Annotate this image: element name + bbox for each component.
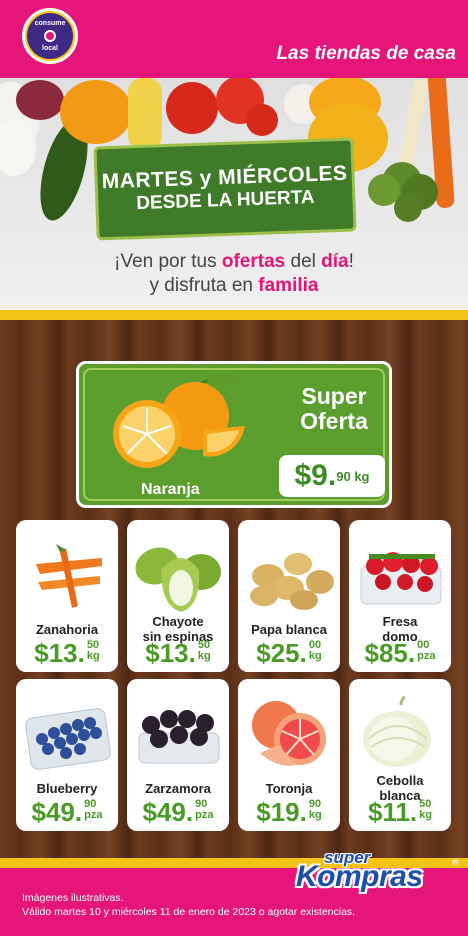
super-offer-product: Naranja xyxy=(141,481,200,498)
price-main: $49. xyxy=(142,797,194,827)
onion-image xyxy=(363,695,431,767)
price-unit: kg xyxy=(419,809,432,821)
product-price: $25. 00 kg xyxy=(238,638,340,668)
super-title-line1: Super xyxy=(301,383,367,409)
hero-text-d: día xyxy=(321,251,349,272)
carrot-image xyxy=(36,544,102,608)
divider-strip xyxy=(0,310,468,320)
blackberry-image xyxy=(138,710,220,764)
product-card-zanahoria[interactable]: Zanahoria $13. 50 kg xyxy=(16,520,118,672)
logo-text-1: consume xyxy=(34,20,66,27)
price-main: $85. xyxy=(364,638,416,668)
price-main: $49. xyxy=(31,797,83,827)
hero-text-b: ofertas xyxy=(221,251,286,272)
name-line1: Cebolla xyxy=(376,773,424,788)
hero-message: ¡Ven por tus ofertas del día! y disfruta… xyxy=(0,250,468,298)
price-main: $13. xyxy=(145,638,196,668)
hero-text-g: familia xyxy=(258,275,319,296)
super-price-cents: 90 xyxy=(336,468,351,484)
product-price: $85. 00 pza xyxy=(349,638,451,668)
hero-text-f: y disfruta en xyxy=(149,275,259,296)
hero-text-e: ! xyxy=(348,251,354,272)
logo-text-2: local xyxy=(42,45,58,52)
price-unit: pza xyxy=(84,809,103,821)
product-name: Zarzamora xyxy=(145,781,211,796)
price-unit: kg xyxy=(308,809,322,821)
price-main: $13. xyxy=(34,638,85,668)
product-name: Toronja xyxy=(265,781,313,796)
product-card-chayote[interactable]: Chayote sin espinas $13. 50 kg xyxy=(127,520,229,672)
price-unit: pza xyxy=(417,650,436,662)
name-line1: Fresa xyxy=(382,614,418,629)
chayote-image xyxy=(135,547,221,612)
product-card-cebolla[interactable]: Cebolla blanca $11. 50 kg xyxy=(349,679,451,831)
hero-section: MARTES y MIÉRCOLES DESDE LA HUERTA ¡Ven … xyxy=(0,78,468,310)
blueberry-image xyxy=(25,708,111,770)
grapefruit-image xyxy=(252,701,326,766)
product-card-zarzamora[interactable]: Zarzamora $49. 90 pza xyxy=(127,679,229,831)
strawberry-box-image xyxy=(360,552,442,605)
product-price: $49. 90 pza xyxy=(127,797,229,827)
price-unit: kg xyxy=(308,650,322,662)
product-name: Zanahoria xyxy=(35,622,99,637)
super-title-line2: Oferta xyxy=(300,408,368,434)
super-price-unit: kg xyxy=(354,468,370,484)
product-card-toronja[interactable]: Toronja $19. 90 kg xyxy=(238,679,340,831)
product-card-blueberry[interactable]: Blueberry $49. 90 pza xyxy=(16,679,118,831)
disclaimer-validity: Válido martes 10 y miércoles 11 de enero… xyxy=(22,906,356,918)
super-offer-card[interactable]: Naranja Super Oferta $9. 90 kg xyxy=(76,361,392,508)
super-offer-price: $9. 90 kg xyxy=(279,455,385,497)
super-offer-title: Super Oferta xyxy=(279,384,389,434)
price-main: $25. xyxy=(256,638,307,668)
disclaimer-images: Imágenes ilustrativas. xyxy=(22,892,124,904)
consume-local-logo: consume local xyxy=(22,8,78,64)
hero-text-a: ¡Ven por tus xyxy=(114,251,222,272)
product-price: $19. 90 kg xyxy=(238,797,340,827)
price-unit: kg xyxy=(86,650,100,662)
price-main: $19. xyxy=(256,797,307,827)
super-kompras-logo: super Kompras ® xyxy=(294,846,460,894)
tagline: Las tiendas de casa xyxy=(276,43,456,64)
days-banner: MARTES y MIÉRCOLES DESDE LA HUERTA xyxy=(93,137,357,241)
product-price: $13. 50 kg xyxy=(16,638,118,668)
price-main: $11. xyxy=(367,797,418,827)
price-unit: pza xyxy=(195,809,214,821)
super-price-main: $9. xyxy=(294,459,337,492)
potato-image xyxy=(250,553,334,610)
brand-line2: Kompras xyxy=(296,860,423,893)
product-name: Papa blanca xyxy=(251,622,327,637)
product-card-fresa[interactable]: Fresa domo $85. 00 pza xyxy=(349,520,451,672)
product-price: $13. 50 kg xyxy=(127,638,229,668)
price-unit: kg xyxy=(197,650,211,662)
orange-image xyxy=(113,374,245,468)
registered-icon: ® xyxy=(451,858,460,868)
product-price: $11. 50 kg xyxy=(349,797,451,827)
header-bar: consume local Las tiendas de casa xyxy=(0,0,468,78)
hero-text-c: del xyxy=(285,251,322,272)
product-card-papa[interactable]: Papa blanca $25. 00 kg xyxy=(238,520,340,672)
heart-icon xyxy=(44,30,56,42)
product-price: $49. 90 pza xyxy=(16,797,118,827)
name-line1: Chayote xyxy=(152,614,204,629)
product-name: Blueberry xyxy=(36,781,98,796)
